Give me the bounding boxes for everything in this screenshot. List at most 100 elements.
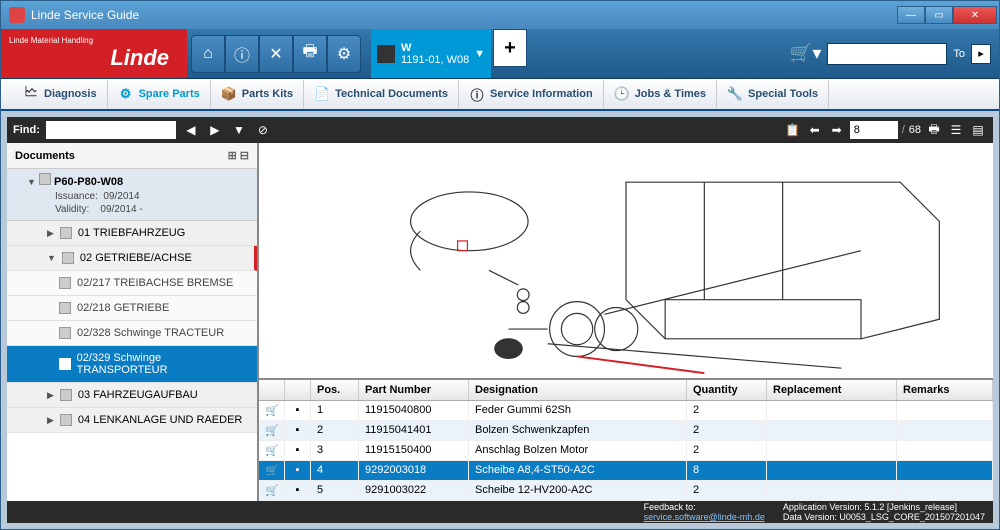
tab-special-tools[interactable]: 🔧Special Tools	[717, 80, 829, 108]
module-tabbar: 🗠Diagnosis ⚙Spare Parts 📦Parts Kits 📄Tec…	[1, 79, 999, 111]
page-prev-button[interactable]: ⬅	[806, 121, 824, 139]
brand-panel: Linde Material Handling Linde	[1, 29, 187, 78]
close-button[interactable]: ✕	[953, 6, 997, 24]
table-row[interactable]: 🛒▪ 311915150400Anschlag Bolzen Motor2	[259, 441, 993, 461]
chevron-right-icon	[47, 415, 54, 426]
chevron-right-icon	[47, 390, 54, 401]
tab-jobs-times[interactable]: 🕒Jobs & Times	[604, 80, 717, 108]
feedback-email-link[interactable]: service.software@linde-mh.de	[644, 512, 765, 522]
vehicle-tab[interactable]: W 1191-01, W08 ▼	[371, 29, 491, 78]
clear-filter-icon[interactable]: ⊘	[254, 121, 272, 139]
sidebar-header: Documents ⊞ ⊟	[7, 143, 257, 169]
brand-logo: Linde	[9, 45, 179, 71]
tab-diagnosis[interactable]: 🗠Diagnosis	[13, 80, 108, 108]
cart-icon[interactable]: 🛒▾	[790, 43, 821, 64]
tab-spare-parts[interactable]: ⚙Spare Parts	[108, 80, 211, 108]
tree-item-02[interactable]: 02 GETRIEBE/ACHSE	[7, 246, 257, 271]
find-toolbar: Find: ◀ ▶ ▼ ⊘ 📋 ⬅ ➡ / 68 🖶 ☰ ▤	[7, 117, 993, 143]
home-button[interactable]: ⌂	[191, 35, 225, 73]
print-button[interactable]: 🖶	[293, 35, 327, 73]
find-input[interactable]	[46, 121, 176, 139]
window-title: Linde Service Guide	[31, 8, 897, 22]
part-type-icon: ▪	[285, 401, 311, 420]
page-icon	[59, 327, 71, 339]
table-header: Pos. Part Number Designation Quantity Re…	[259, 380, 993, 401]
table-row[interactable]: 🛒▪ 49292003018Scheibe A8,4-ST50-A2C8	[259, 461, 993, 481]
diagnosis-icon: 🗠	[23, 86, 39, 102]
part-type-icon: ▪	[285, 481, 311, 500]
add-cart-icon[interactable]: 🛒	[259, 461, 285, 480]
table-row[interactable]: 🛒▪ 211915041401Bolzen Schwenkzapfen2	[259, 421, 993, 441]
table-row[interactable]: 🛒▪ 111915040800Feder Gummi 62Sh2	[259, 401, 993, 421]
documents-sidebar: Documents ⊞ ⊟ P60-P80-W08 Issuance: 09/2…	[7, 143, 259, 501]
print-icon[interactable]: 🖶	[925, 121, 943, 139]
settings-button[interactable]: ⚙	[327, 35, 361, 73]
tab-tech-docs[interactable]: 📄Technical Documents	[304, 80, 459, 108]
tab-service-info[interactable]: ⓘService Information	[459, 80, 604, 108]
folder-icon	[60, 414, 72, 426]
cart-to-label: To	[953, 48, 965, 60]
find-prev-button[interactable]: ◀	[182, 121, 200, 139]
info-button[interactable]: ⓘ	[225, 35, 259, 73]
tree-root[interactable]: P60-P80-W08 Issuance: 09/2014 Validity: …	[7, 169, 257, 221]
tree-expand-icon[interactable]: ⊞	[228, 149, 237, 162]
page-total: 68	[909, 124, 921, 136]
tree-item-02-218[interactable]: 02/218 GETRIEBE	[7, 296, 257, 321]
filter-icon[interactable]: ▼	[230, 121, 248, 139]
page-icon	[59, 358, 71, 370]
parts-table: Pos. Part Number Designation Quantity Re…	[259, 378, 993, 501]
gear-icon: ⚙	[118, 86, 134, 102]
document-icon: 📄	[314, 86, 330, 102]
cart-go-button[interactable]: ▸	[971, 44, 991, 64]
page-next-button[interactable]: ➡	[828, 121, 846, 139]
maximize-button[interactable]: ▭	[925, 6, 953, 24]
forklift-icon	[377, 45, 395, 63]
tree-item-01[interactable]: 01 TRIEBFAHRZEUG	[7, 221, 257, 246]
page-input[interactable]	[850, 121, 898, 139]
tree-item-02-328[interactable]: 02/328 Schwinge TRACTEUR	[7, 321, 257, 346]
add-cart-icon[interactable]: 🛒	[259, 441, 285, 460]
part-type-icon: ▪	[285, 461, 311, 480]
tree-item-02-329[interactable]: 02/329 Schwinge TRANSPORTEUR	[7, 346, 257, 383]
clock-icon: 🕒	[614, 86, 630, 102]
table-row[interactable]: 🛒▪ 59291003022Scheibe 12-HV200-A2C2	[259, 481, 993, 501]
tree-item-03[interactable]: 03 FAHRZEUGAUFBAU	[7, 383, 257, 408]
tab-parts-kits[interactable]: 📦Parts Kits	[211, 80, 304, 108]
add-cart-icon[interactable]: 🛒	[259, 481, 285, 500]
tree-collapse-icon[interactable]: ⊟	[240, 149, 249, 162]
add-cart-icon[interactable]: 🛒	[259, 421, 285, 440]
minimize-button[interactable]: ―	[897, 6, 925, 24]
part-type-icon: ▪	[285, 421, 311, 440]
tree-item-04[interactable]: 04 LENKANLAGE UND RAEDER	[7, 408, 257, 433]
find-next-button[interactable]: ▶	[206, 121, 224, 139]
add-tab-button[interactable]: +	[493, 29, 527, 67]
part-type-icon: ▪	[285, 441, 311, 460]
folder-icon	[60, 389, 72, 401]
chevron-down-icon	[27, 177, 36, 187]
vehicle-code: W	[401, 42, 469, 54]
tree-item-02-217[interactable]: 02/217 TREIBACHSE BREMSE	[7, 271, 257, 296]
window-titlebar: Linde Service Guide ― ▭ ✕	[1, 1, 999, 29]
cart-input[interactable]	[827, 43, 947, 65]
add-cart-icon[interactable]: 🛒	[259, 401, 285, 420]
page-icon	[59, 302, 71, 314]
chevron-right-icon	[47, 228, 54, 239]
book-icon	[39, 173, 51, 185]
tools-button[interactable]: ✕	[259, 35, 293, 73]
wrench-icon: 🔧	[727, 86, 743, 102]
folder-icon	[60, 227, 72, 239]
folder-icon	[62, 252, 74, 264]
parts-diagram[interactable]	[259, 143, 993, 378]
info-icon: ⓘ	[469, 86, 485, 102]
clipboard-icon[interactable]: 📋	[784, 121, 802, 139]
page-separator: /	[902, 124, 905, 136]
chevron-down-icon: ▼	[474, 48, 485, 60]
status-footer: Feedback to: service.software@linde-mh.d…	[7, 501, 993, 523]
app-icon	[9, 7, 25, 23]
chevron-down-icon	[47, 253, 56, 263]
vehicle-model: 1191-01, W08	[401, 54, 469, 66]
view-list-icon[interactable]: ☰	[947, 121, 965, 139]
kit-icon: 📦	[221, 86, 237, 102]
find-label: Find:	[13, 124, 40, 136]
view-split-icon[interactable]: ▤	[969, 121, 987, 139]
